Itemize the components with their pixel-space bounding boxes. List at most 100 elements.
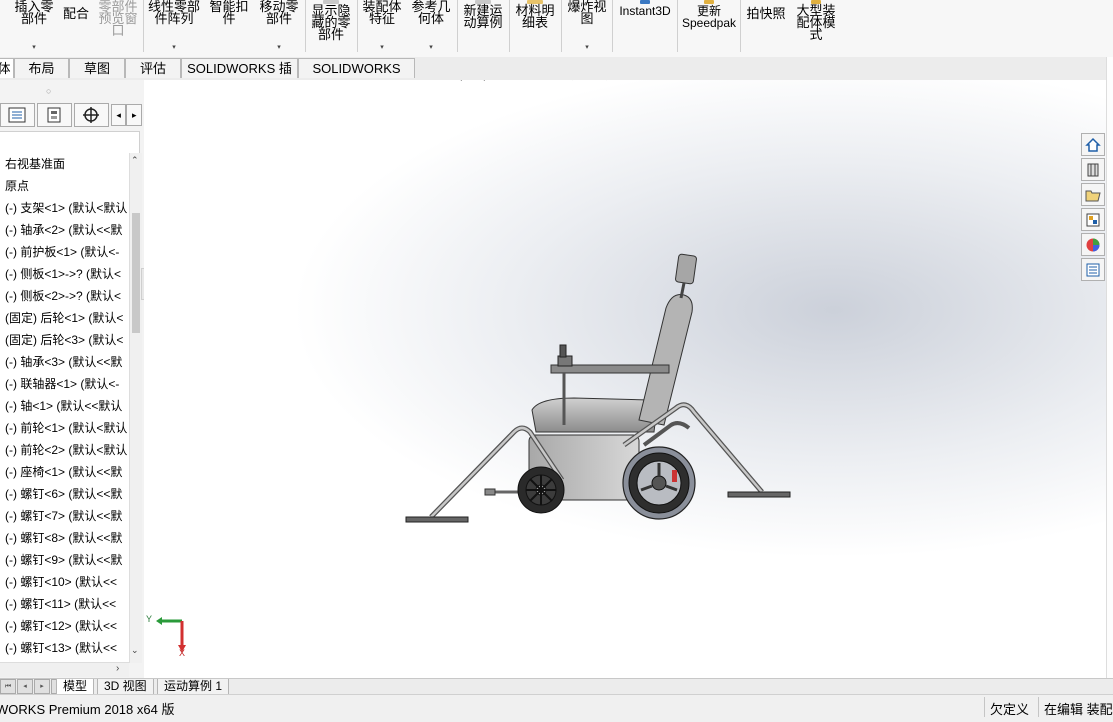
close-icon[interactable]: ✕ [1058, 80, 1070, 81]
seat-cushion[interactable] [531, 397, 657, 433]
dropdown-arrow-icon[interactable]: ▾ [277, 42, 281, 54]
view-palette-icon[interactable] [1081, 208, 1105, 231]
smart-fasteners-button[interactable]: 智能扣 件 [206, 0, 252, 57]
tree-item[interactable]: (-) 轴<1> (默认<<默认 [0, 395, 130, 417]
tree-item[interactable]: (-) 联轴器<1> (默认<- [0, 373, 130, 395]
take-snapshot-button[interactable]: 拍快照 [743, 0, 789, 57]
show-hidden-components-button[interactable]: 显示隐 藏的零 部件 [308, 0, 354, 57]
bill-of-materials-button[interactable]: 材料明 细表 [512, 0, 558, 57]
scroll-thumb[interactable] [132, 213, 140, 333]
dropdown-arrow-icon[interactable]: ▾ [32, 42, 36, 54]
zoom-to-fit-icon[interactable] [445, 80, 465, 83]
front-foot-pad[interactable] [405, 516, 469, 523]
dropdown-arrow-icon[interactable]: ▾ [380, 42, 384, 54]
tab-layout[interactable]: 布局 [14, 58, 69, 78]
dynamic-annotation-icon[interactable] [537, 80, 557, 83]
tree-item[interactable]: (固定) 后轮<3> (默认< [0, 329, 130, 351]
instant3d-button[interactable]: Instant3D [615, 0, 675, 57]
apply-scene-icon[interactable] [684, 80, 704, 83]
tree-vertical-scrollbar[interactable]: ⌃ ⌄ [129, 153, 142, 663]
tree-item[interactable]: (-) 螺钉<7> (默认<<默 [0, 505, 130, 527]
tab-model[interactable]: 模型 [56, 679, 95, 695]
exploded-view-button[interactable]: 爆炸视 图 ▾ [564, 0, 610, 57]
minimize-icon[interactable]: – [1017, 80, 1025, 81]
section-view-icon[interactable] [514, 80, 534, 83]
assembly-features-button[interactable]: 装配体 特征 ▾ [359, 0, 405, 57]
rear-wheel[interactable] [622, 446, 696, 520]
tree-item[interactable]: (-) 螺钉<11> (默认<< [0, 593, 130, 615]
tree-item[interactable]: (-) 螺钉<13> (默认<< [0, 637, 130, 659]
tab-3d-views[interactable]: 3D 视图 [97, 679, 154, 695]
large-assembly-mode-button[interactable]: 大型装 配体模 式 [792, 0, 840, 57]
dropdown-arrow-icon[interactable]: ▾ [429, 42, 433, 54]
linear-component-pattern-button[interactable]: 线性零部 件阵列 ▾ [146, 0, 202, 57]
new-motion-study-button[interactable]: 新建运 动算例 [460, 0, 506, 57]
insert-components-button[interactable]: 插入零 部件 ▾ [8, 0, 60, 57]
tree-item[interactable]: 右视基准面 [0, 153, 130, 175]
tab-solidworks-mbd[interactable]: SOLIDWORKS MBD [298, 58, 415, 96]
tree-item[interactable]: (-) 轴承<2> (默认<<默 [0, 219, 130, 241]
display-style-icon[interactable] [594, 80, 614, 83]
tab-evaluate[interactable]: 评估 [125, 58, 181, 78]
feature-manager-tree-tab[interactable] [0, 103, 35, 127]
graphics-viewport[interactable]: ▾ ▾ ▾ ▾ ▾ ⊏ ⊐ – ❐ ✕ Y X [144, 80, 1106, 678]
tree-horizontal-scrollbar[interactable]: › [0, 662, 129, 677]
reference-geometry-button[interactable]: 参考几 何体 ▾ [408, 0, 454, 57]
tabs-scroll-left-icon[interactable]: ◂ [110, 104, 127, 126]
tree-item[interactable]: (-) 轴承<3> (默认<<默 [0, 351, 130, 373]
tree-item[interactable]: (-) 螺钉<6> (默认<<默 [0, 483, 130, 505]
zoom-area-icon[interactable] [468, 80, 488, 83]
tab-motion-study-1[interactable]: 运动算例 1 [157, 679, 230, 695]
tree-item[interactable]: 原点 [0, 175, 130, 197]
rear-foot-pad[interactable] [727, 491, 791, 498]
previous-view-icon[interactable] [491, 80, 511, 83]
front-wheel[interactable] [517, 466, 565, 514]
tree-item[interactable]: (-) 侧板<2>->? (默认< [0, 285, 130, 307]
panel-grip-icon[interactable]: ○ [46, 86, 51, 96]
dropdown-arrow-icon[interactable]: ▾ [172, 42, 176, 54]
home-icon[interactable] [1081, 133, 1105, 156]
hide-show-icon[interactable] [627, 80, 647, 83]
update-speedpak-button[interactable]: 更新 Speedpak [680, 0, 738, 57]
tree-item[interactable]: (-) 螺钉<8> (默认<<默 [0, 527, 130, 549]
tile-left-icon[interactable]: ⊏ [974, 80, 986, 81]
mate-button[interactable]: 配合 [61, 0, 91, 57]
prev-tab-icon[interactable]: ◂ [17, 679, 33, 694]
tabs-scroll-right-icon[interactable]: ▸ [126, 104, 142, 126]
view-settings-icon[interactable] [717, 80, 737, 83]
headrest[interactable] [675, 253, 697, 285]
restore-icon[interactable]: ❐ [1035, 80, 1048, 81]
scroll-up-icon[interactable]: ⌃ [131, 155, 139, 166]
tree-item[interactable]: (固定) 后轮<1> (默认< [0, 307, 130, 329]
first-tab-icon[interactable]: ⏮ [0, 679, 16, 694]
tree-item[interactable]: (-) 座椅<1> (默认<<默 [0, 461, 130, 483]
tab-solidworks-addins[interactable]: SOLIDWORKS 插件 [181, 58, 298, 96]
tree-item[interactable]: (-) 前轮<1> (默认<默认 [0, 417, 130, 439]
tree-item[interactable]: (-) 螺钉<12> (默认<< [0, 615, 130, 637]
next-tab-icon[interactable]: ▸ [34, 679, 50, 694]
tree-item[interactable]: (-) 螺钉<9> (默认<<默 [0, 549, 130, 571]
joystick-controller[interactable] [559, 344, 567, 358]
tree-item[interactable]: (-) 前护板<1> (默认<- [0, 241, 130, 263]
configuration-manager-tab[interactable] [73, 103, 109, 127]
tile-right-icon[interactable]: ⊐ [996, 80, 1008, 81]
wheelchair-assembly-model[interactable] [144, 80, 1106, 678]
edit-appearance-icon[interactable] [661, 80, 681, 83]
move-component-button[interactable]: 移动零 部件 ▾ [255, 0, 303, 57]
tree-item[interactable]: (-) 支架<1> (默认<默认 [0, 197, 130, 219]
custom-properties-icon[interactable] [1081, 258, 1105, 281]
tree-item[interactable]: (-) 侧板<1>->? (默认< [0, 263, 130, 285]
property-manager-tab[interactable] [36, 103, 72, 127]
scroll-down-icon[interactable]: ⌄ [131, 645, 139, 656]
tree-filter-field[interactable] [0, 131, 140, 155]
tab-assembly[interactable]: 体 [0, 58, 14, 78]
dropdown-arrow-icon[interactable]: ▾ [585, 42, 589, 54]
tree-item[interactable]: (-) 螺钉<10> (默认<< [0, 571, 130, 593]
scroll-right-icon[interactable]: › [116, 663, 119, 674]
file-explorer-icon[interactable] [1081, 183, 1105, 206]
appearances-scenes-icon[interactable] [1081, 233, 1105, 256]
tab-sketch[interactable]: 草图 [69, 58, 125, 78]
tree-item[interactable]: (-) 前轮<2> (默认<默认 [0, 439, 130, 461]
design-library-icon[interactable] [1081, 158, 1105, 181]
view-orientation-icon[interactable] [560, 80, 580, 83]
